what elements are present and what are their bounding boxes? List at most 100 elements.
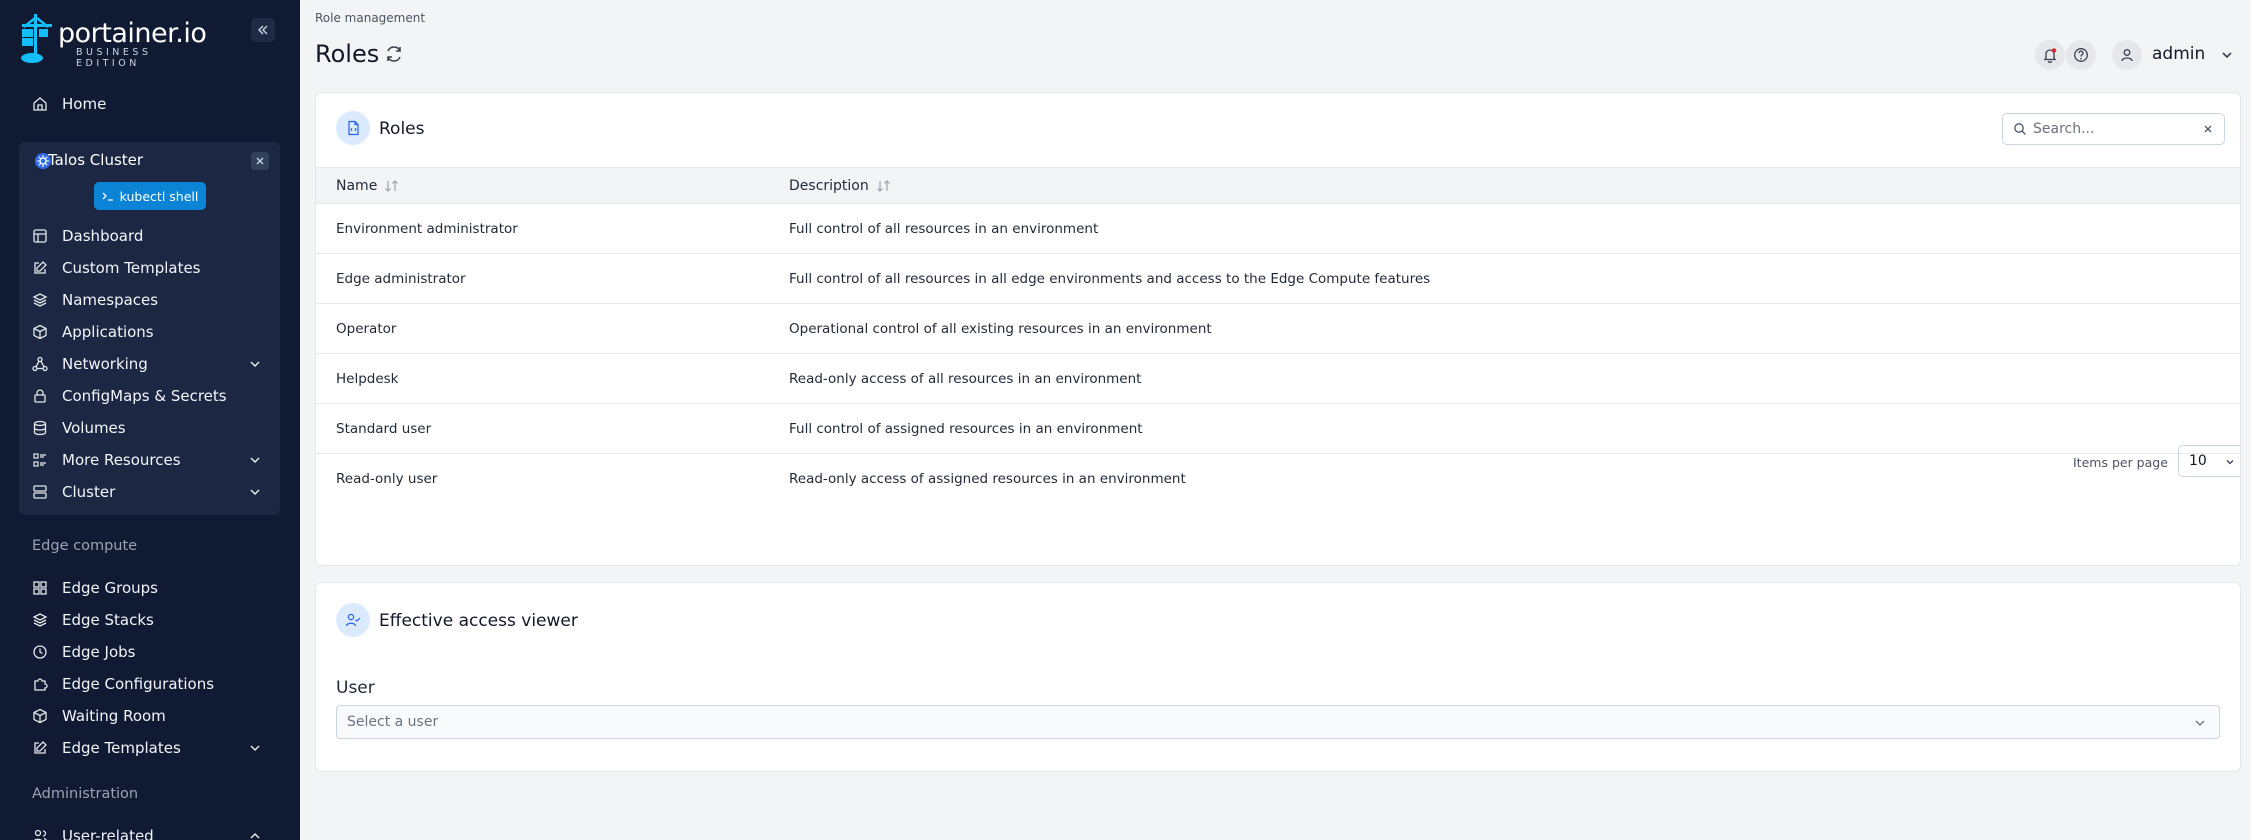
clock-icon (33, 645, 47, 659)
chevron-down-icon[interactable] (248, 453, 262, 467)
table-row[interactable]: Read-only user Read-only access of assig… (316, 454, 2240, 504)
sidebar-item-networking[interactable]: Networking (32, 350, 148, 378)
sidebar-item-edge-jobs[interactable]: Edge Jobs (32, 638, 135, 666)
layers-icon (32, 293, 48, 307)
search-input[interactable] (2033, 121, 2193, 137)
administration-section-label: Administration (32, 786, 139, 802)
sidebar-item-label: More Resources (62, 451, 181, 469)
users-icon (33, 829, 47, 840)
user-avatar[interactable] (2112, 40, 2142, 70)
roles-table-header: Name Description (316, 167, 2240, 204)
role-description: Operational control of all existing reso… (789, 321, 1212, 337)
sidebar-item-waiting-room[interactable]: Waiting Room (32, 702, 166, 730)
table-row[interactable]: Standard user Full control of assigned r… (316, 404, 2240, 454)
kubectl-shell-button[interactable]: kubectl shell (94, 182, 206, 210)
user-field-label: User (336, 678, 375, 698)
chevron-down-icon[interactable] (2220, 48, 2234, 62)
role-name: Environment administrator (336, 221, 518, 237)
sidebar-item-label: Cluster (62, 483, 116, 501)
table-row[interactable]: Edge administrator Full control of all r… (316, 254, 2240, 304)
sidebar-item-label: Custom Templates (62, 259, 201, 277)
sidebar-item-cluster[interactable]: Cluster (32, 478, 115, 506)
sidebar-item-label: Networking (62, 355, 148, 373)
access-card-title: Effective access viewer (379, 611, 578, 631)
sidebar-item-label: Edge Templates (62, 739, 181, 757)
sidebar-item-label: Edge Jobs (62, 643, 136, 661)
role-name: Standard user (336, 421, 432, 437)
sidebar-item-edge-stacks[interactable]: Edge Stacks (32, 606, 154, 634)
roles-card-title: Roles (379, 119, 425, 139)
clear-search-icon[interactable] (2202, 123, 2214, 135)
refresh-icon[interactable] (384, 44, 404, 64)
sort-icon (876, 180, 890, 192)
user-check-icon (345, 613, 361, 627)
sidebar-item-home[interactable]: Home (32, 90, 106, 118)
sidebar-item-more-resources[interactable]: More Resources (32, 446, 181, 474)
user-select-placeholder: Select a user (347, 714, 439, 730)
access-card-icon-badge (336, 603, 370, 637)
close-environment-button[interactable] (251, 152, 269, 170)
sidebar-item-label: User-related (62, 827, 154, 840)
sidebar-item-edge-templates[interactable]: Edge Templates (32, 734, 181, 762)
roles-card: Roles Name Description Environment admin… (315, 92, 2241, 566)
puzzle-icon (34, 678, 48, 691)
table-row[interactable]: Operator Operational control of all exis… (316, 304, 2240, 354)
column-header-name[interactable]: Name (336, 178, 400, 194)
sidebar-item-label: Volumes (62, 419, 126, 437)
role-name: Read-only user (336, 471, 438, 487)
role-description: Full control of assigned resources in an… (789, 421, 1143, 437)
table-row[interactable]: Environment administrator Full control o… (316, 204, 2240, 254)
chevron-down-icon[interactable] (248, 485, 262, 499)
sidebar-item-configmaps-secrets[interactable]: ConfigMaps & Secrets (32, 382, 227, 410)
sort-icon (385, 180, 399, 192)
sidebar-item-label: Edge Stacks (62, 611, 154, 629)
items-per-page-select[interactable]: 10 (2178, 445, 2240, 477)
sidebar-item-custom-templates[interactable]: Custom Templates (32, 254, 201, 282)
column-header-label: Description (789, 178, 869, 194)
table-row[interactable]: Helpdesk Read-only access of all resourc… (316, 354, 2240, 404)
breadcrumb[interactable]: Role management (315, 11, 425, 25)
sidebar: portainer.io BUSINESS EDITION Home Talos… (0, 0, 300, 840)
sidebar-item-edge-configurations[interactable]: Edge Configurations (32, 670, 214, 698)
sidebar-item-user-related[interactable]: User-related (32, 822, 154, 840)
sidebar-item-dashboard[interactable]: Dashboard (32, 222, 143, 250)
sidebar-item-volumes[interactable]: Volumes (32, 414, 126, 442)
user-icon (2121, 49, 2133, 62)
page-title: Roles (315, 40, 380, 68)
role-description: Read-only access of all resources in an … (789, 371, 1142, 387)
user-select[interactable]: Select a user (336, 705, 2220, 739)
file-code-icon (348, 120, 359, 136)
user-menu-name[interactable]: admin (2152, 44, 2205, 64)
server-icon (33, 485, 47, 499)
roles-card-icon-badge (336, 111, 370, 145)
bell-icon (2043, 48, 2057, 63)
collapse-sidebar-button[interactable] (251, 18, 275, 42)
terminal-icon (102, 192, 113, 201)
sidebar-item-edge-groups[interactable]: Edge Groups (32, 574, 158, 602)
sidebar-item-label: Edge Configurations (62, 675, 215, 693)
chevron-down-icon[interactable] (248, 357, 262, 371)
items-per-page-label: Items per page (2073, 455, 2168, 470)
column-header-description[interactable]: Description (789, 178, 892, 194)
chevron-down-icon (2226, 460, 2234, 465)
sidebar-item-namespaces[interactable]: Namespaces (32, 286, 158, 314)
portainer-logo[interactable]: portainer.io BUSINESS EDITION (20, 14, 220, 69)
brand-edition: BUSINESS EDITION (76, 47, 152, 69)
chevron-up-icon[interactable] (248, 829, 262, 840)
dashboard-icon (33, 229, 47, 243)
sidebar-item-label: ConfigMaps & Secrets (62, 387, 227, 405)
help-button[interactable] (2066, 40, 2096, 70)
environment-name: Talos Cluster (48, 151, 144, 169)
notifications-button[interactable] (2035, 40, 2065, 70)
box-icon (33, 324, 47, 340)
sidebar-item-applications[interactable]: Applications (32, 318, 154, 346)
sidebar-item-label: Namespaces (62, 291, 159, 309)
sidebar-item-label: Dashboard (62, 227, 144, 245)
edit-icon (34, 261, 47, 274)
network-icon (32, 356, 48, 372)
chevron-down-icon[interactable] (248, 741, 262, 755)
role-description: Full control of all resources in all edg… (789, 271, 1431, 287)
database-icon (33, 420, 47, 436)
layers-icon (32, 613, 48, 627)
roles-search-box[interactable] (2002, 113, 2225, 145)
